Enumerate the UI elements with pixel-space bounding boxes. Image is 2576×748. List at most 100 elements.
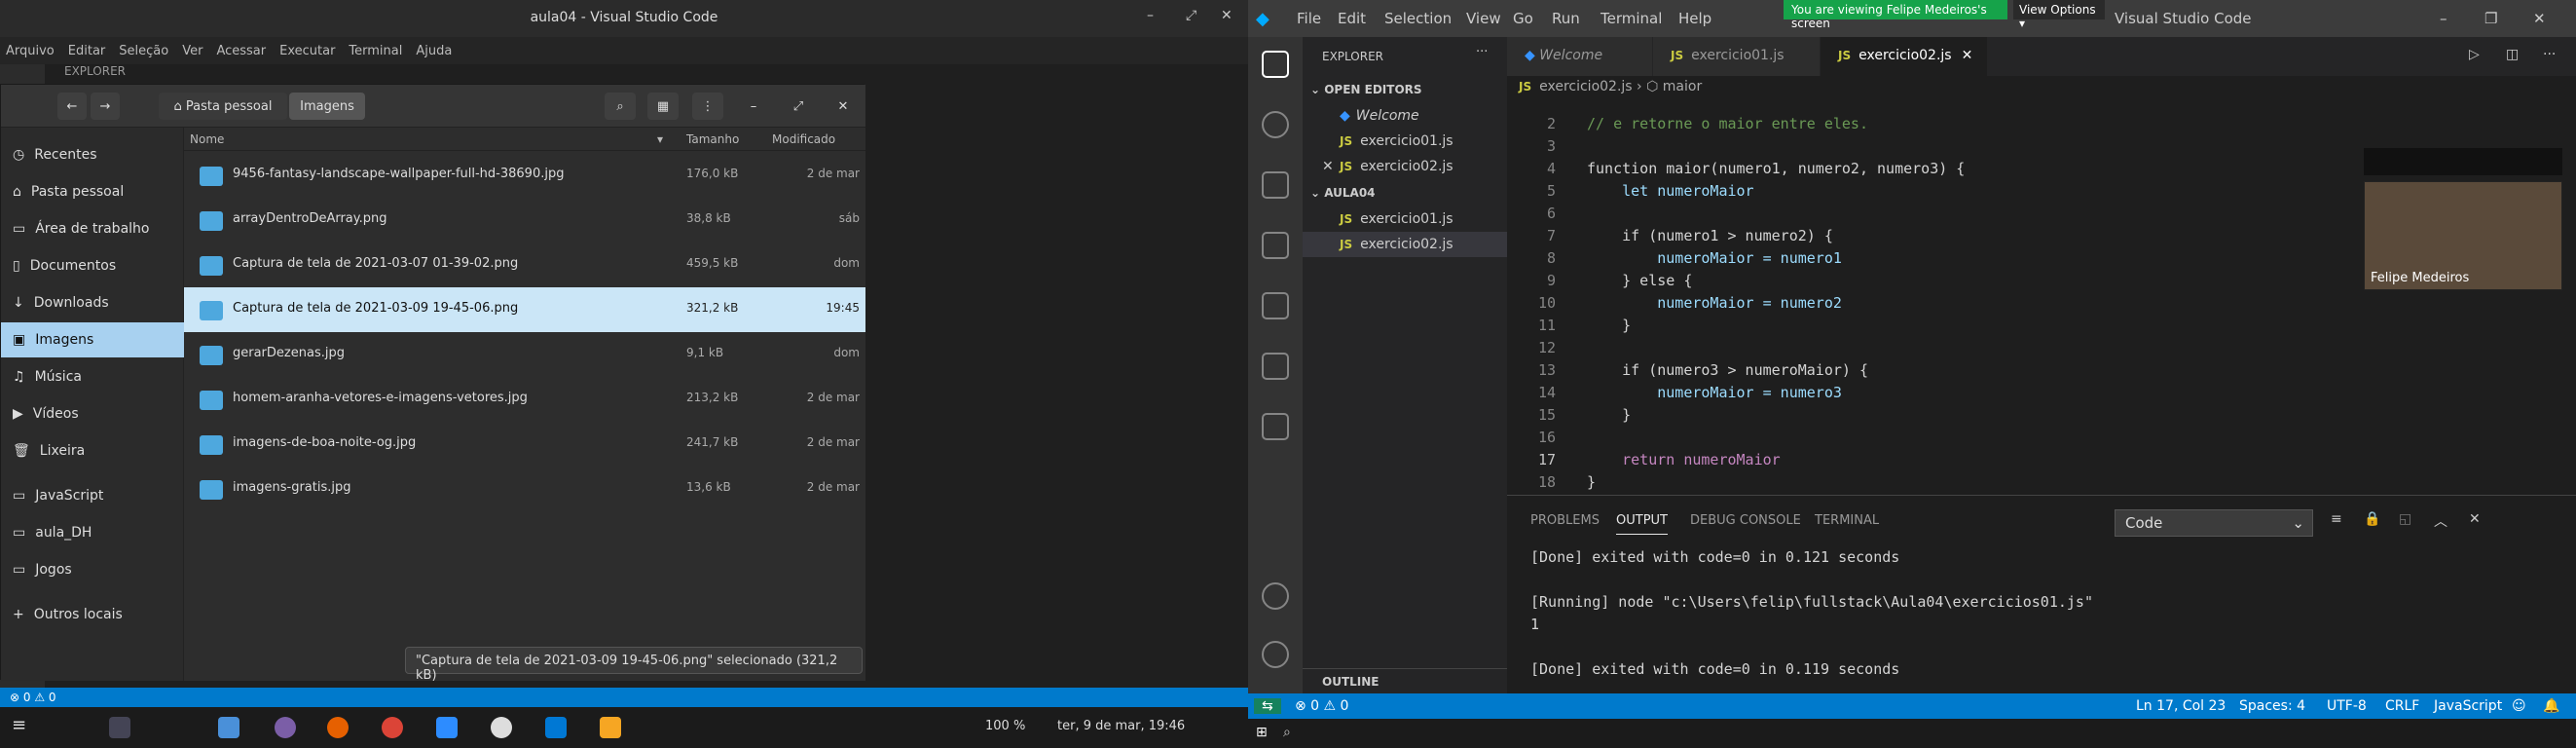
- more-actions-icon[interactable]: ···: [2543, 47, 2556, 62]
- cursor-position[interactable]: Ln 17, Col 23: [2136, 698, 2226, 714]
- explorer-icon[interactable]: [1262, 51, 1289, 78]
- tab-exercicio02[interactable]: JS exercicio02.js ✕: [1821, 37, 1988, 76]
- file-row[interactable]: 9456-fantasy-landscape-wallpaper-full-hd…: [184, 153, 865, 198]
- back-button[interactable]: ←: [57, 93, 87, 120]
- firefox-icon[interactable]: [327, 717, 349, 738]
- lock-icon[interactable]: 🔒: [2364, 511, 2380, 527]
- open-editors-header[interactable]: ⌄ OPEN EDITORS: [1303, 78, 1507, 101]
- more-actions-icon[interactable]: ···: [1476, 45, 1488, 59]
- split-editor-icon[interactable]: ◫: [2506, 47, 2519, 62]
- menu-file[interactable]: File: [1297, 10, 1321, 27]
- folder-header[interactable]: ⌄ AULA04: [1303, 181, 1507, 205]
- menu-edit[interactable]: Edit: [1338, 10, 1366, 27]
- menu-help[interactable]: Help: [1678, 10, 1711, 27]
- run-debug-icon[interactable]: [1262, 232, 1289, 259]
- place-home[interactable]: ⌂ Pasta pessoal: [1, 174, 184, 209]
- bookmark-aula-dh[interactable]: ▭ aula_DH: [1, 515, 184, 550]
- fm-maximize-icon[interactable]: ⤢: [786, 93, 811, 120]
- notebook-icon[interactable]: [1262, 413, 1289, 440]
- windows-start-icon[interactable]: ⊞: [1256, 725, 1268, 740]
- breadcrumb-symbol[interactable]: maior: [1663, 79, 1702, 94]
- remote-icon[interactable]: ⇆: [1254, 698, 1281, 714]
- place-videos[interactable]: ▶ Vídeos: [1, 396, 184, 431]
- minimize-icon[interactable]: –: [2440, 10, 2447, 27]
- zoom-icon[interactable]: [436, 717, 458, 738]
- open-editor-item[interactable]: ◆ Welcome: [1303, 103, 1507, 129]
- place-desktop[interactable]: ▭ Área de trabalho: [1, 211, 184, 246]
- search-icon[interactable]: [1262, 111, 1289, 138]
- file-row[interactable]: arrayDentroDeArray.png 38,8 kB sáb: [184, 198, 865, 243]
- crumb-home[interactable]: ⌂ Pasta pessoal: [159, 93, 287, 120]
- file-row[interactable]: gerarDezenas.jpg 9,1 kB dom: [184, 332, 865, 377]
- close-icon[interactable]: ✕: [1322, 159, 1334, 174]
- tab-welcome[interactable]: ◆ Welcome: [1507, 37, 1653, 76]
- open-log-icon[interactable]: ◱: [2399, 511, 2411, 527]
- indentation[interactable]: Spaces: 4: [2239, 698, 2305, 714]
- close-icon[interactable]: ✕: [2533, 10, 2546, 27]
- menu-icon[interactable]: ⋮: [692, 93, 723, 120]
- menu-terminal[interactable]: Terminal: [1601, 10, 1662, 27]
- search-icon[interactable]: ⌕: [605, 93, 636, 120]
- notifications-bell-icon[interactable]: 🔔: [2543, 698, 2559, 714]
- encoding[interactable]: UTF-8: [2327, 698, 2367, 714]
- menu-ajuda[interactable]: Ajuda: [416, 44, 452, 58]
- menu-view[interactable]: View: [1466, 10, 1501, 27]
- file-item-active[interactable]: JS exercicio02.js: [1303, 232, 1507, 257]
- fm-close-icon[interactable]: ✕: [830, 93, 856, 120]
- view-grid-icon[interactable]: ▦: [647, 93, 679, 120]
- column-size[interactable]: Tamanho: [686, 132, 739, 146]
- restore-icon[interactable]: ❐: [2484, 10, 2497, 27]
- close-icon[interactable]: ✕: [1962, 48, 1973, 63]
- open-editor-item[interactable]: JS exercicio01.js: [1303, 129, 1507, 154]
- account-icon[interactable]: [1262, 582, 1289, 610]
- output-channel-select[interactable]: Code ⌄: [2115, 509, 2313, 537]
- tab-output[interactable]: OUTPUT: [1616, 513, 1668, 535]
- app-icon[interactable]: [109, 717, 130, 738]
- tab-debug-console[interactable]: DEBUG CONSOLE: [1690, 513, 1801, 528]
- place-music[interactable]: ♫ Música: [1, 359, 184, 394]
- line-ending[interactable]: CRLF: [2385, 698, 2419, 714]
- chevron-up-icon[interactable]: ︿: [2434, 511, 2447, 531]
- files-icon[interactable]: [218, 717, 239, 738]
- place-downloads[interactable]: ↓ Downloads: [1, 285, 184, 320]
- source-control-icon[interactable]: [1262, 171, 1289, 199]
- feedback-icon[interactable]: ☺: [2512, 698, 2526, 714]
- open-editor-item-active[interactable]: ✕ JS exercicio02.js: [1303, 154, 1507, 179]
- place-pictures[interactable]: ▣ Imagens: [1, 322, 184, 357]
- file-row[interactable]: homem-aranha-vetores-e-imagens-vetores.j…: [184, 377, 865, 422]
- sublime-icon[interactable]: [600, 717, 621, 738]
- video-layout-controls[interactable]: [2364, 148, 2562, 175]
- file-item[interactable]: JS exercicio01.js: [1303, 206, 1507, 232]
- maximize-icon[interactable]: ⤢: [1186, 8, 1196, 23]
- menu-run[interactable]: Run: [1552, 10, 1580, 27]
- view-options-button[interactable]: View Options ▾: [2013, 0, 2105, 30]
- app-icon[interactable]: [275, 717, 296, 738]
- menu-icon[interactable]: ≡: [12, 715, 26, 735]
- menu-selection[interactable]: Selection: [1384, 10, 1452, 27]
- file-row-selected[interactable]: Captura de tela de 2021-03-09 19-45-06.p…: [184, 287, 865, 332]
- run-icon[interactable]: ▷: [2469, 47, 2480, 62]
- menu-ver[interactable]: Ver: [182, 44, 202, 58]
- volume-level[interactable]: 100 %: [985, 719, 1025, 733]
- outline-header[interactable]: OUTLINE: [1303, 668, 1507, 693]
- menu-editar[interactable]: Editar: [68, 44, 106, 58]
- clock[interactable]: ter, 9 de mar, 19:46: [1057, 719, 1185, 733]
- tab-exercicio01[interactable]: JS exercicio01.js: [1653, 37, 1821, 76]
- menu-acessar[interactable]: Acessar: [216, 44, 266, 58]
- place-other-locations[interactable]: + Outros locais: [1, 597, 184, 632]
- menu-terminal[interactable]: Terminal: [349, 44, 402, 58]
- column-name[interactable]: Nome: [190, 132, 224, 146]
- language-mode[interactable]: JavaScript: [2434, 698, 2502, 714]
- close-icon[interactable]: ✕: [1221, 8, 1233, 23]
- search-icon[interactable]: ⌕: [1283, 725, 1291, 740]
- minimize-icon[interactable]: –: [1147, 8, 1154, 23]
- clear-output-icon[interactable]: ≡: [2331, 511, 2342, 527]
- file-row[interactable]: Captura de tela de 2021-03-07 01-39-02.p…: [184, 243, 865, 287]
- menu-selecao[interactable]: Seleção: [119, 44, 168, 58]
- tab-terminal[interactable]: TERMINAL: [1815, 513, 1879, 528]
- slack-icon[interactable]: [491, 717, 512, 738]
- file-row[interactable]: imagens-de-boa-noite-og.jpg 241,7 kB 2 de …: [184, 422, 865, 467]
- menu-arquivo[interactable]: Arquivo: [6, 44, 55, 58]
- extensions-icon[interactable]: [1262, 353, 1289, 380]
- bookmark-javascript[interactable]: ▭ JavaScript: [1, 478, 184, 513]
